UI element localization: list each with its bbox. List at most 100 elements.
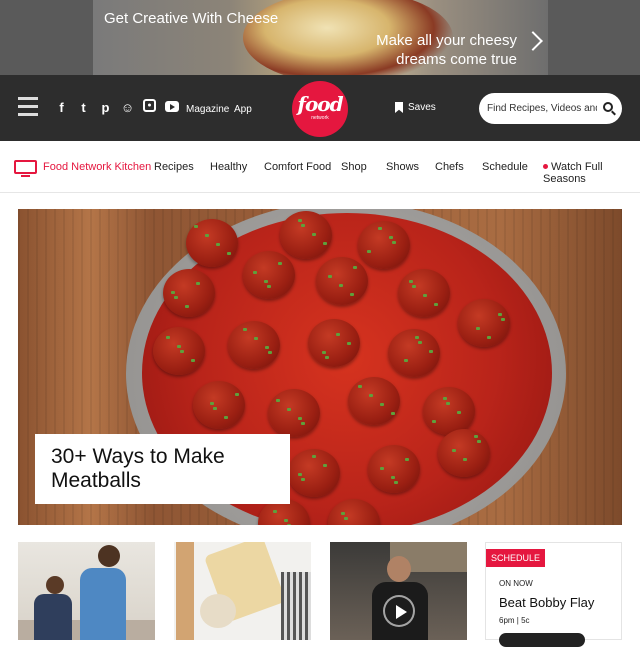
app-link[interactable]: App [234,104,252,115]
meatball-shape [280,211,332,259]
meatball-shape [268,389,320,437]
adult-figure [80,568,126,640]
snapchat-icon[interactable]: ☺ [121,99,134,115]
herb-fleck [378,227,382,230]
herb-fleck [227,252,231,255]
hero-caption[interactable]: 30+ Ways to Make Meatballs [35,434,290,504]
nav-item-schedule[interactable]: Schedule [482,161,528,173]
herb-fleck [276,399,280,402]
nav-item-comfort-food[interactable]: Comfort Food [264,161,331,173]
on-now-label: ON NOW [499,579,533,588]
herb-fleck [224,416,228,419]
herb-fleck [301,478,305,481]
herb-fleck [367,250,371,253]
watch-button[interactable] [499,633,585,647]
pinterest-icon[interactable]: p [99,99,112,115]
child-head [46,576,64,594]
twitter-icon[interactable]: t [77,99,90,115]
herb-fleck [474,435,478,438]
nav-item-healthy[interactable]: Healthy [210,161,247,173]
schedule-tag[interactable]: SCHEDULE [486,549,546,567]
herb-fleck [336,333,340,336]
show-time: 6pm | 5c [499,616,530,625]
search-input[interactable] [487,103,597,114]
main-nav: Food Network Kitchen Recipes Healthy Com… [0,141,640,193]
herb-fleck [358,385,362,388]
meatball-shape [153,327,205,375]
saves-link[interactable]: Saves [395,102,436,113]
herb-fleck [409,280,413,283]
saves-label: Saves [408,102,436,113]
herb-fleck [380,467,384,470]
nav-item-watch-full-seasons[interactable]: Watch Full Seasons [543,161,640,185]
herb-fleck [452,449,456,452]
meatball-shape [358,221,410,269]
herb-fleck [476,327,480,330]
herb-fleck [369,394,373,397]
herb-fleck [254,337,258,340]
nav-item-food-network-kitchen[interactable]: Food Network Kitchen [14,160,151,177]
play-icon[interactable] [383,595,415,627]
herb-fleck [487,336,491,339]
herb-fleck [185,305,189,308]
herb-fleck [380,403,384,406]
chevron-right-icon[interactable] [523,31,543,51]
herb-fleck [339,284,343,287]
herb-fleck [394,481,398,484]
herb-fleck [429,350,433,353]
tv-icon [14,160,37,177]
herb-fleck [253,271,257,274]
herb-fleck [174,296,178,299]
grated-cheese [200,594,236,628]
herb-fleck [463,458,467,461]
herb-fleck [243,328,247,331]
promo-card-video[interactable] [330,542,467,640]
nav-item-shop[interactable]: Shop [341,161,367,173]
meatball-shape [438,429,490,477]
nav-item-chefs[interactable]: Chefs [435,161,464,173]
schedule-widget: SCHEDULE ON NOW Beat Bobby Flay 6pm | 5c [485,542,622,647]
meatball-shape [368,445,420,493]
herb-fleck [498,313,502,316]
herb-fleck [298,219,302,222]
nav-item-shows[interactable]: Shows [386,161,419,173]
meatball-shape [398,269,450,317]
herb-fleck [325,356,329,359]
herb-fleck [344,517,348,520]
herb-fleck [287,524,291,525]
instagram-icon[interactable]: ● [143,99,156,112]
herb-fleck [265,346,269,349]
meatball-shape [243,251,295,299]
menu-icon[interactable] [18,97,38,119]
nav-item-recipes[interactable]: Recipes [154,161,194,173]
striped-towel [281,572,311,640]
search-icon[interactable] [603,102,613,112]
promo-card-family-cooking[interactable] [18,542,155,640]
herb-fleck [171,291,175,294]
herb-fleck [347,342,351,345]
herb-fleck [267,285,271,288]
ad-strip: Get Creative With Cheese Make all your c… [0,0,640,75]
hero-feature[interactable]: 30+ Ways to Make Meatballs [18,209,622,525]
meatball-shape [308,319,360,367]
herb-fleck [298,473,302,476]
social-links: f t p ☺ ● [55,99,179,115]
show-title[interactable]: Beat Bobby Flay [499,595,594,610]
herb-fleck [418,341,422,344]
ad-banner[interactable]: Get Creative With Cheese Make all your c… [93,0,548,75]
herb-fleck [273,510,277,513]
magazine-link[interactable]: Magazine [186,104,229,115]
logo-word: food [297,92,343,116]
child-figure [34,594,72,640]
herb-fleck [287,408,291,411]
herb-fleck [210,402,214,405]
herb-fleck [446,402,450,405]
herb-fleck [205,234,209,237]
food-network-logo[interactable]: food network [292,81,348,137]
herb-fleck [268,351,272,354]
youtube-icon[interactable] [165,101,179,112]
herb-fleck [501,318,505,321]
meatball-shape [423,387,475,435]
promo-card-dough[interactable] [174,542,311,640]
facebook-icon[interactable]: f [55,99,68,115]
